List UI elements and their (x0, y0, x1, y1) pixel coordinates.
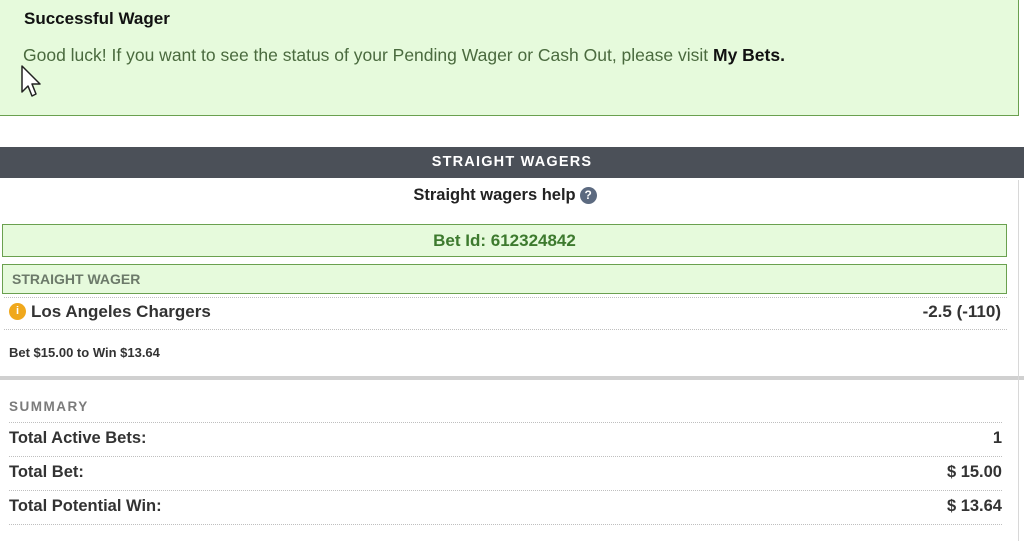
divider (9, 456, 1002, 457)
divider (9, 524, 1002, 525)
summary-label: Total Potential Win: (9, 497, 162, 515)
selection-row: i Los Angeles Chargers -2.5 (-110) (9, 302, 1001, 324)
my-bets-link[interactable]: My Bets. (713, 45, 785, 65)
mouse-cursor-icon (21, 65, 41, 97)
team-odds: -2.5 (-110) (922, 302, 1001, 321)
bet-id: Bet Id: 612324842 (2, 224, 1007, 257)
summary-value: $ 15.00 (946, 463, 1002, 481)
bet-amount-line: Bet $15.00 to Win $13.64 (9, 345, 160, 360)
info-icon[interactable]: i (9, 303, 26, 320)
success-title: Successful Wager (24, 9, 170, 28)
divider (9, 422, 1002, 423)
team-name: Los Angeles Chargers (31, 302, 211, 321)
summary-title: SUMMARY (9, 399, 89, 414)
summary-label: Total Active Bets: (9, 429, 147, 447)
divider (4, 297, 1007, 298)
help-label[interactable]: Straight wagers help (413, 186, 575, 204)
success-message: Good luck! If you want to see the status… (23, 45, 785, 66)
panel-right-border (1018, 180, 1019, 541)
section-separator (0, 376, 1024, 380)
summary-value: 1 (992, 429, 1002, 447)
straight-wagers-header: STRAIGHT WAGERS (0, 147, 1024, 178)
summary-row-potential-win: Total Potential Win: $ 13.64 (9, 497, 1002, 521)
summary-label: Total Bet: (9, 463, 84, 481)
wager-type-label: STRAIGHT WAGER (2, 264, 1007, 294)
divider (4, 329, 1007, 330)
summary-value: $ 13.64 (946, 497, 1002, 515)
success-banner: Successful Wager Good luck! If you want … (0, 0, 1019, 116)
straight-wagers-help[interactable]: Straight wagers help? (0, 186, 1010, 205)
question-icon[interactable]: ? (579, 187, 597, 204)
success-message-text: Good luck! If you want to see the status… (23, 45, 713, 65)
divider (9, 490, 1002, 491)
summary-row-total-bet: Total Bet: $ 15.00 (9, 463, 1002, 487)
summary-row-active-bets: Total Active Bets: 1 (9, 429, 1002, 453)
